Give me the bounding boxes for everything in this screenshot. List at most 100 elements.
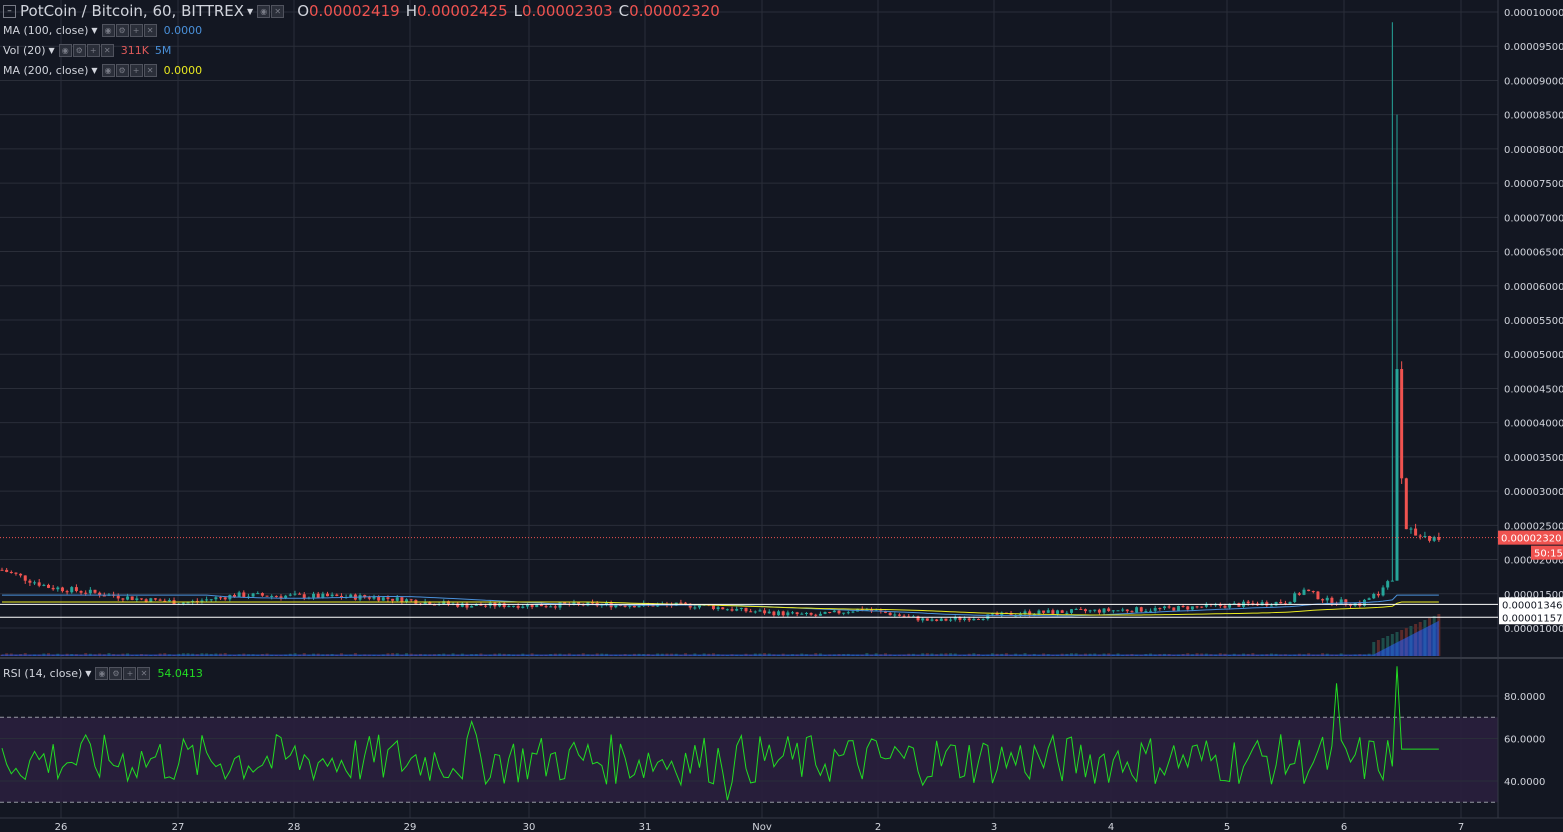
chevron-down-icon[interactable]: ▼: [91, 66, 97, 75]
candle-body: [214, 597, 218, 600]
time-tick-label: 3: [991, 822, 997, 832]
rsi-legend: RSI (14, close) ▼ ◉ ⚙ + ✕ 54.0413: [0, 667, 203, 680]
candle-body: [1274, 601, 1278, 606]
candle-body: [516, 605, 520, 608]
candle-body: [335, 594, 339, 596]
candle-body: [935, 619, 939, 621]
price-tick-label: 0.00009500: [1504, 42, 1563, 53]
time-axis: [0, 818, 1563, 832]
candle-body: [823, 611, 827, 614]
candle-body: [1400, 369, 1404, 479]
candle-body: [1325, 597, 1329, 601]
candle-body: [1121, 609, 1125, 611]
candle-body: [74, 587, 78, 592]
price-tick-label: 0.00005000: [1504, 350, 1563, 361]
candle-body: [1279, 601, 1283, 604]
candle-body: [349, 594, 353, 598]
candle-body: [1102, 608, 1106, 613]
close-icon[interactable]: ✕: [271, 4, 285, 18]
candle-body: [93, 589, 97, 593]
current-price-tag: 0.00002320: [1501, 534, 1561, 545]
rsi-label[interactable]: RSI (14, close): [3, 667, 82, 680]
gear-icon[interactable]: ⚙: [115, 24, 129, 37]
candle-body: [1107, 608, 1111, 611]
candle-body: [60, 587, 64, 592]
close-icon[interactable]: ✕: [143, 64, 157, 77]
volume-bars: [0, 614, 1441, 656]
gear-icon[interactable]: ⚙: [109, 667, 123, 680]
candle-body: [1139, 607, 1143, 612]
candle-body: [837, 610, 841, 614]
collapse-icon[interactable]: –: [3, 4, 16, 18]
candle-body: [1186, 606, 1190, 610]
eye-icon[interactable]: ◉: [101, 64, 115, 77]
close-icon[interactable]: ✕: [143, 24, 157, 37]
candle-body: [158, 599, 162, 601]
candle-body: [386, 597, 390, 599]
candle-body: [739, 607, 743, 609]
candle-body: [930, 619, 934, 621]
open-label: O: [297, 2, 310, 20]
plus-icon[interactable]: +: [86, 44, 100, 57]
chevron-down-icon[interactable]: ▼: [49, 46, 55, 55]
vol-value: 311K: [120, 44, 149, 57]
close-icon[interactable]: ✕: [137, 667, 151, 680]
vol-legend: Vol (20) ▼ ◉ ⚙ + ✕ 311K 5M: [0, 44, 171, 57]
candle-body: [140, 598, 143, 600]
chevron-down-icon[interactable]: ▼: [91, 26, 97, 35]
close-icon[interactable]: ✕: [100, 44, 114, 57]
vol-label[interactable]: Vol (20): [3, 44, 46, 57]
candle-body: [1302, 589, 1306, 595]
eye-icon[interactable]: ◉: [95, 667, 109, 680]
candle-body: [223, 597, 227, 600]
plus-icon[interactable]: +: [123, 667, 137, 680]
candle-body: [1386, 581, 1390, 588]
candle-body: [716, 607, 720, 610]
candle-body: [521, 606, 525, 608]
candle-body: [851, 611, 855, 613]
symbol-title[interactable]: PotCoin / Bitcoin, 60, BITTREX: [20, 2, 244, 20]
candle-body: [949, 619, 953, 621]
eye-icon[interactable]: ◉: [58, 44, 72, 57]
gear-icon[interactable]: ⚙: [115, 64, 129, 77]
candle-body: [205, 599, 209, 601]
candle-body: [312, 593, 316, 598]
candle-body: [470, 605, 474, 608]
candle-body: [1195, 606, 1199, 608]
candle-body: [693, 607, 697, 609]
ma100-label[interactable]: MA (100, close): [3, 24, 88, 37]
eye-icon[interactable]: ◉: [257, 4, 271, 18]
gear-icon[interactable]: ⚙: [72, 44, 86, 57]
price-tick-label: 0.00006000: [1504, 282, 1563, 293]
candle-body: [242, 592, 246, 598]
candle-body: [409, 599, 413, 601]
candle-body: [763, 610, 767, 614]
rsi-tick-label: 80.0000: [1504, 692, 1545, 703]
chevron-down-icon[interactable]: ▼: [85, 669, 91, 678]
candle-body: [1190, 606, 1194, 610]
chart-canvas[interactable]: 0.00010000 0.00009500 0.00009000 0.00008500…: [0, 0, 1563, 832]
candle-body: [1097, 609, 1101, 613]
price-tick-label: 0.00008500: [1504, 111, 1563, 122]
high-value: 0.00002425: [416, 2, 508, 20]
candle-body: [512, 605, 515, 607]
chevron-down-icon[interactable]: ▼: [247, 7, 253, 16]
ma200-label[interactable]: MA (200, close): [3, 64, 88, 77]
level-label-1: 0.00001346: [1502, 600, 1562, 611]
candle-body: [735, 608, 739, 611]
grid-lines: [0, 0, 1498, 818]
time-tick-label: 27: [172, 822, 185, 832]
time-tick-label: Nov: [752, 822, 772, 832]
eye-icon[interactable]: ◉: [101, 24, 115, 37]
plus-icon[interactable]: +: [129, 64, 143, 77]
candle-body: [1144, 611, 1148, 613]
candle-body: [167, 600, 171, 602]
candle-body: [1409, 528, 1413, 530]
candle-body: [637, 605, 641, 608]
candle-body: [777, 611, 781, 616]
candle-body: [1056, 610, 1060, 614]
candle-body: [544, 606, 548, 608]
candle-body: [963, 618, 967, 620]
price-tick-label: 0.00003500: [1504, 453, 1563, 464]
plus-icon[interactable]: +: [129, 24, 143, 37]
